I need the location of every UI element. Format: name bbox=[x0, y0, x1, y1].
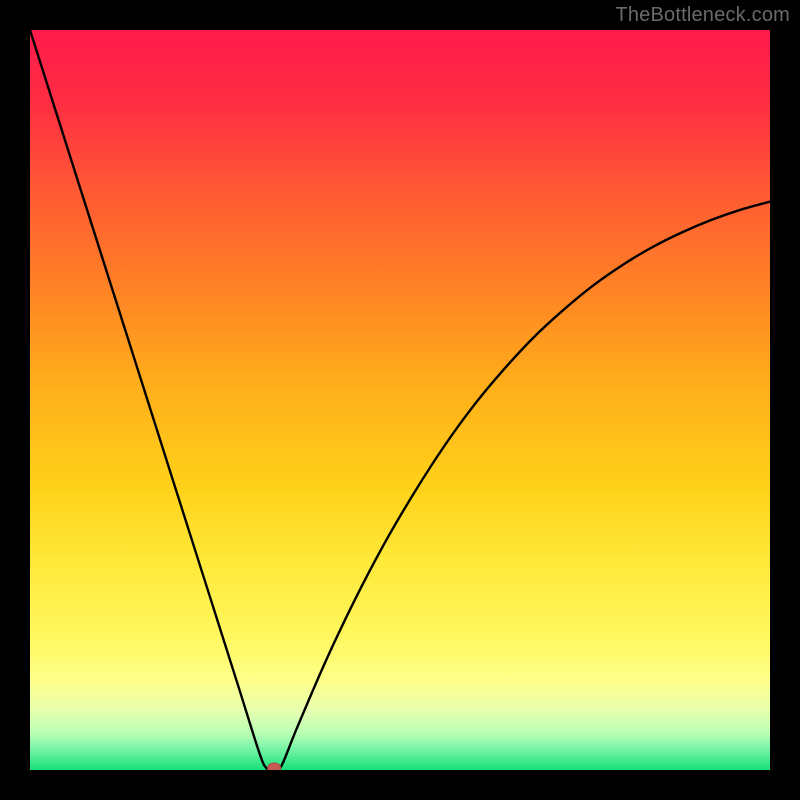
chart-curve bbox=[30, 30, 770, 770]
plot-area bbox=[30, 30, 770, 770]
outer-frame: TheBottleneck.com bbox=[0, 0, 800, 800]
watermark-text: TheBottleneck.com bbox=[615, 4, 790, 27]
